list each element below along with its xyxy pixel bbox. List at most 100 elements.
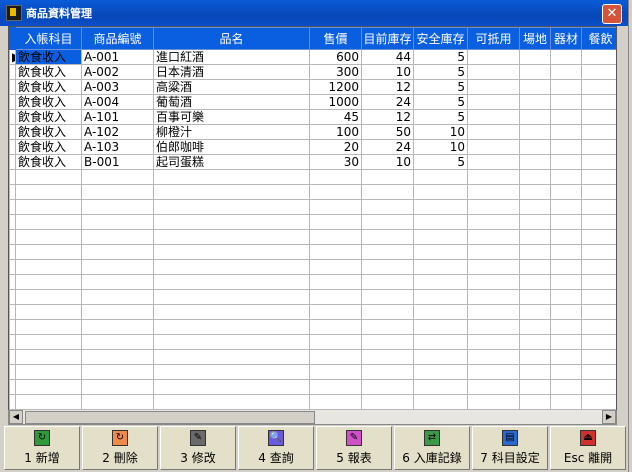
table-cell[interactable] — [413, 349, 468, 365]
table-cell[interactable] — [467, 124, 520, 140]
toolbar-button-5[interactable]: ✎ 5 報表 — [316, 426, 392, 470]
table-cell[interactable] — [550, 319, 582, 335]
table-cell[interactable] — [581, 184, 616, 200]
table-cell[interactable] — [550, 259, 582, 275]
table-cell[interactable] — [519, 139, 551, 155]
table-cell[interactable] — [81, 319, 154, 335]
table-cell[interactable]: 45 — [309, 109, 362, 125]
table-cell[interactable] — [81, 349, 154, 365]
table-row[interactable] — [9, 289, 616, 305]
table-cell[interactable] — [581, 259, 616, 275]
table-cell[interactable] — [467, 304, 520, 320]
table-cell[interactable] — [519, 214, 551, 230]
table-cell[interactable] — [519, 94, 551, 110]
table-cell[interactable]: 5 — [413, 154, 468, 170]
table-cell[interactable]: 伯郎咖啡 — [153, 139, 310, 155]
table-cell[interactable]: A-101 — [81, 109, 154, 125]
table-cell[interactable] — [153, 379, 310, 395]
table-cell[interactable] — [581, 364, 616, 380]
table-cell[interactable]: 30 — [309, 154, 362, 170]
table-cell[interactable] — [309, 394, 362, 410]
table-cell[interactable] — [413, 289, 468, 305]
table-cell[interactable] — [550, 199, 582, 215]
col-header[interactable]: 售價 — [309, 27, 362, 50]
table-cell[interactable] — [81, 244, 154, 260]
table-cell[interactable] — [581, 64, 616, 80]
table-cell[interactable] — [519, 259, 551, 275]
table-cell[interactable] — [309, 169, 362, 185]
table-cell[interactable] — [15, 184, 82, 200]
table-cell[interactable] — [581, 304, 616, 320]
table-cell[interactable] — [153, 199, 310, 215]
table-cell[interactable] — [15, 274, 82, 290]
table-cell[interactable] — [309, 334, 362, 350]
toolbar-button-8[interactable]: ⏏ Esc 離開 — [550, 426, 626, 470]
table-cell[interactable] — [413, 304, 468, 320]
col-header[interactable]: 安全庫存 — [413, 27, 468, 50]
table-cell[interactable] — [467, 79, 520, 95]
table-cell[interactable] — [581, 169, 616, 185]
table-cell[interactable] — [361, 379, 414, 395]
table-cell[interactable] — [467, 184, 520, 200]
table-row[interactable] — [9, 229, 616, 245]
table-cell[interactable]: 5 — [413, 49, 468, 65]
table-row[interactable] — [9, 169, 616, 185]
table-cell[interactable] — [15, 214, 82, 230]
table-row[interactable] — [9, 184, 616, 200]
table-cell[interactable] — [15, 259, 82, 275]
table-row[interactable] — [9, 214, 616, 230]
table-cell[interactable] — [309, 214, 362, 230]
table-cell[interactable] — [361, 274, 414, 290]
table-cell[interactable] — [15, 229, 82, 245]
table-cell[interactable] — [81, 274, 154, 290]
table-cell[interactable] — [413, 364, 468, 380]
table-cell[interactable] — [309, 364, 362, 380]
table-cell[interactable]: 飲食收入 — [15, 79, 82, 95]
product-grid[interactable]: 入帳科目 商品編號 品名 售價 目前庫存 安全庫存 可抵用 場地 器材 餐飲 ▶… — [8, 26, 617, 412]
table-cell[interactable] — [361, 184, 414, 200]
table-cell[interactable]: 10 — [413, 124, 468, 140]
table-cell[interactable] — [81, 169, 154, 185]
scroll-left-button[interactable]: ◀ — [9, 410, 23, 424]
table-cell[interactable]: 日本清酒 — [153, 64, 310, 80]
table-cell[interactable] — [581, 124, 616, 140]
table-cell[interactable] — [519, 364, 551, 380]
table-cell[interactable] — [81, 214, 154, 230]
table-cell[interactable] — [361, 334, 414, 350]
table-cell[interactable] — [15, 394, 82, 410]
table-cell[interactable]: 10 — [413, 139, 468, 155]
table-cell[interactable] — [550, 109, 582, 125]
table-cell[interactable] — [519, 349, 551, 365]
table-cell[interactable] — [309, 349, 362, 365]
table-cell[interactable]: A-002 — [81, 64, 154, 80]
table-cell[interactable] — [467, 229, 520, 245]
col-header[interactable]: 器材 — [550, 27, 582, 50]
table-cell[interactable] — [413, 199, 468, 215]
table-cell[interactable] — [550, 124, 582, 140]
table-cell[interactable] — [81, 394, 154, 410]
table-cell[interactable] — [581, 349, 616, 365]
table-row[interactable] — [9, 244, 616, 260]
table-cell[interactable] — [519, 244, 551, 260]
table-cell[interactable]: 24 — [361, 139, 414, 155]
table-cell[interactable]: A-003 — [81, 79, 154, 95]
table-cell[interactable] — [550, 289, 582, 305]
table-cell[interactable] — [519, 289, 551, 305]
table-cell[interactable] — [581, 394, 616, 410]
table-cell[interactable] — [15, 169, 82, 185]
table-cell[interactable]: 飲食收入 — [15, 49, 82, 65]
table-cell[interactable]: 5 — [413, 64, 468, 80]
table-cell[interactable]: 飲食收入 — [15, 109, 82, 125]
table-cell[interactable]: A-001 — [81, 49, 154, 65]
table-row[interactable] — [9, 379, 616, 395]
table-cell[interactable] — [15, 244, 82, 260]
vertical-scrollbar[interactable] — [617, 26, 628, 424]
table-cell[interactable] — [309, 289, 362, 305]
table-cell[interactable]: 柳橙汁 — [153, 124, 310, 140]
table-row[interactable]: 飲食收入 B-001 起司蛋糕 30 10 5 — [9, 154, 616, 170]
table-cell[interactable] — [467, 109, 520, 125]
table-cell[interactable] — [81, 304, 154, 320]
table-cell[interactable] — [550, 79, 582, 95]
toolbar-button-3[interactable]: ✎ 3 修改 — [160, 426, 236, 470]
table-row[interactable] — [9, 259, 616, 275]
